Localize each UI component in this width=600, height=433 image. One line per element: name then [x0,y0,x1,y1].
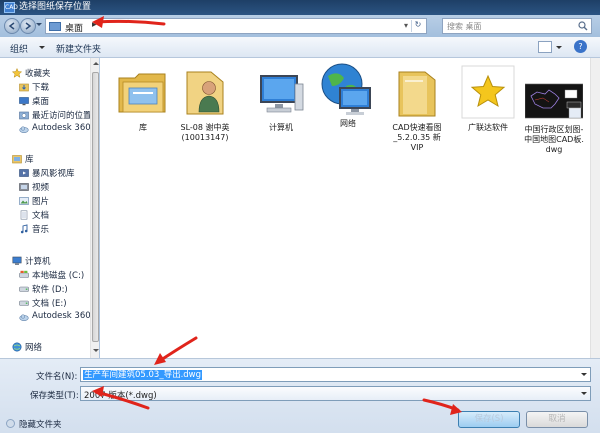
breadcrumb-chevron-icon[interactable]: ▸ [92,20,97,30]
organize-button[interactable]: 组织 [10,42,28,55]
hide-folders-toggle-icon[interactable] [6,419,15,428]
command-bar: 组织 新建文件夹 ? [0,37,600,58]
view-options-button[interactable] [538,41,552,53]
title-bar: CAD 选择图纸保存位置 [0,0,600,15]
file-item-china-map-dwg[interactable]: 中国行政区划图- 中国地图CAD板. dwg [523,82,585,155]
filename-dropdown-icon[interactable] [581,373,587,376]
scroll-down-icon[interactable] [93,349,99,352]
refresh-button[interactable]: ↻ [411,20,424,32]
file-item-cad-viewer-folder[interactable]: CAD快速看图 _5.2.0.35 新 VIP [386,64,448,153]
filetype-dropdown-icon[interactable] [581,392,587,395]
hide-folders-button[interactable]: 隐藏文件夹 [19,418,62,430]
search-input[interactable]: 搜索 桌面 [442,18,592,34]
file-item-computer[interactable]: 计算机 [250,64,312,133]
search-placeholder: 搜索 桌面 [447,22,482,31]
save-button[interactable]: 保存(S) [458,411,520,428]
view-dropdown-icon[interactable] [556,46,562,49]
file-item-user-folder[interactable]: SL-08 谢中英 (10013147) [174,64,236,143]
back-button[interactable] [4,18,20,34]
file-item-library[interactable]: 库 [112,64,174,133]
navigation-pane: 收藏夹 下载 桌面 最近访问的位置 Autodesk 360 库 暴风影视库 视… [0,58,99,358]
file-list-pane: 库 SL-08 谢中英 (10013147) 计算机 网络 CAD快速看图 _5… [100,58,600,358]
filetype-value: 2007 版本(*.dwg) [84,391,157,401]
drive-icon [19,300,29,306]
star-icon [12,68,22,78]
filename-field[interactable]: 生产车间建筑05.03_导出.dwg [80,367,591,382]
filetype-select[interactable]: 2007 版本(*.dwg) [80,386,591,401]
filename-label: 文件名(N): [36,372,78,382]
file-item-network[interactable]: 网络 [317,60,379,129]
forward-button[interactable] [20,18,36,34]
sidebar-scroll-thumb[interactable] [92,72,99,342]
folder-icon [398,71,436,117]
drive-icon [19,270,29,278]
computer-icon [260,75,304,113]
recent-pages-dropdown[interactable] [36,23,42,26]
save-dialog-window: CAD 选择图纸保存位置 桌面 ▸ ▾ ↻ 搜索 桌面 组织 新建文件夹 ? 收… [0,0,600,433]
save-form: 文件名(N): 生产车间建筑05.03_导出.dwg 保存类型(T): 2007… [0,358,600,433]
network-icon [12,342,22,352]
arrow-right-icon [25,22,32,30]
documents-icon [20,210,28,220]
address-bar[interactable]: 桌面 ▸ ▾ ↻ [45,18,427,34]
window-title: 选择图纸保存位置 [19,2,92,12]
computer-icon [12,256,22,265]
filetype-label: 保存类型(T): [30,391,79,401]
drive-icon [19,286,29,292]
download-folder-icon [19,83,29,92]
new-folder-button[interactable]: 新建文件夹 [56,42,101,55]
pictures-icon [19,197,29,205]
help-button[interactable]: ? [574,40,587,53]
file-list-scrollbar[interactable] [590,58,600,358]
organize-dropdown-icon[interactable] [39,46,45,49]
video-library-icon [19,169,29,177]
address-dropdown-icon[interactable]: ▾ [404,21,408,30]
network-globe-icon [321,63,371,115]
user-folder-icon [186,71,224,115]
cancel-button[interactable]: 取消 [526,411,588,428]
filename-value[interactable]: 生产车间建筑05.03_导出.dwg [83,370,203,380]
sidebar-scrollbar[interactable] [90,58,99,358]
address-row: 桌面 ▸ ▾ ↻ 搜索 桌面 [0,15,600,37]
desktop-icon [49,22,61,31]
library-folder-icon [118,73,166,113]
app-icon: CAD [4,2,18,13]
dwg-thumbnail-icon [524,83,584,119]
cloud-icon [19,126,29,133]
video-icon [19,183,29,191]
cloud-icon [19,314,29,321]
arrow-left-icon [8,22,15,30]
file-item-glodon-shortcut[interactable]: 广联达软件 [457,64,519,133]
star-shortcut-icon [461,65,515,119]
scroll-up-icon[interactable] [93,62,99,65]
search-icon[interactable] [578,21,588,31]
address-location[interactable]: 桌面 [65,21,83,34]
desktop-icon [19,97,29,106]
recent-places-icon [19,111,29,120]
music-icon [20,224,28,234]
library-icon [12,155,22,164]
